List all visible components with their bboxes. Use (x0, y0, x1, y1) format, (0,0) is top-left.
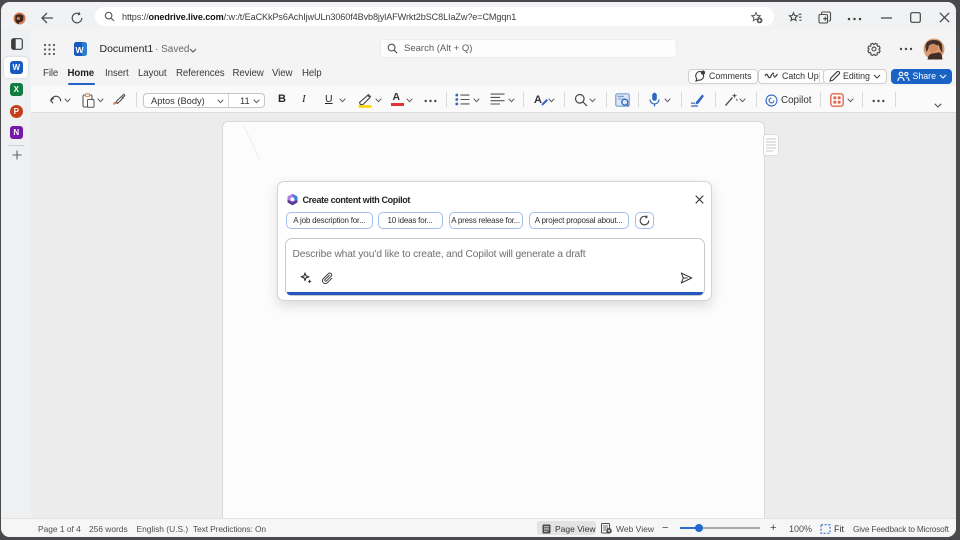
svg-text:A: A (534, 94, 542, 106)
